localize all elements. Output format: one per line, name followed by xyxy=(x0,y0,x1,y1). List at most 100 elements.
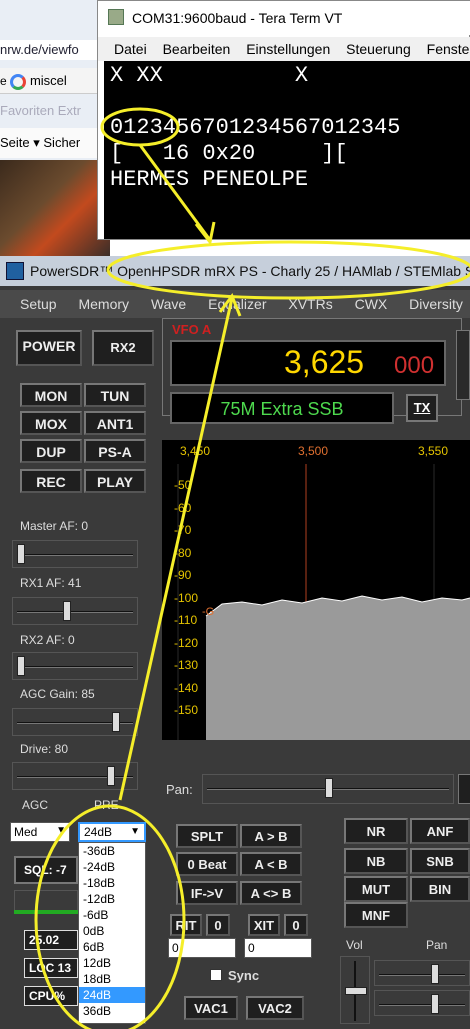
preamp-option[interactable]: 0dB xyxy=(79,923,145,939)
anf-button[interactable]: ANF xyxy=(410,818,470,844)
preamp-option[interactable]: 18dB xyxy=(79,971,145,987)
agc-gain-slider[interactable] xyxy=(12,708,138,736)
pan-rx1-slider[interactable] xyxy=(374,960,470,986)
rx2-af-slider[interactable] xyxy=(12,652,138,680)
sql-button[interactable]: SQL: -7 xyxy=(14,856,78,884)
power-button[interactable]: POWER xyxy=(16,330,82,366)
pan-slider[interactable] xyxy=(202,774,454,804)
preamp-option[interactable]: -18dB xyxy=(79,875,145,891)
mon-button[interactable]: MON xyxy=(20,383,82,407)
menu-wave[interactable]: Wave xyxy=(151,296,186,312)
favorites-bar[interactable]: Favoriten Extr xyxy=(0,100,110,124)
agc-gain-label: AGC Gain: 85 xyxy=(20,687,95,701)
preamp-option[interactable]: -6dB xyxy=(79,907,145,923)
menu-datei[interactable]: Datei xyxy=(114,41,147,57)
pan-rx2-slider[interactable] xyxy=(374,990,470,1016)
db-tick-label: -130 xyxy=(174,658,199,672)
drive-slider[interactable] xyxy=(12,762,138,790)
preamp-option[interactable]: -12dB xyxy=(79,891,145,907)
agc-label: AGC xyxy=(22,798,49,812)
rx2-button[interactable]: RX2 xyxy=(92,330,154,366)
vac1-button[interactable]: VAC1 xyxy=(184,996,238,1020)
pre-select[interactable]: 24dB ▼ xyxy=(78,822,146,842)
menu-steuerung[interactable]: Steuerung xyxy=(346,41,411,57)
vfo-freq-sub: 000 xyxy=(394,352,435,379)
browser-url[interactable]: nrw.de/viewfo xyxy=(0,40,110,60)
vol-label: Vol xyxy=(346,938,363,952)
rit-clear-button[interactable]: 0 xyxy=(206,914,230,936)
mnf-button[interactable]: MNF xyxy=(344,902,408,928)
preamp-option[interactable]: -24dB xyxy=(79,859,145,875)
readout-cpu: CPU% xyxy=(24,986,78,1006)
db-tick-label: -150 xyxy=(174,703,199,717)
preamp-option[interactable]: 12dB xyxy=(79,955,145,971)
bin-button[interactable]: BIN xyxy=(410,876,470,902)
menu-equalizer[interactable]: Equalizer xyxy=(208,296,266,312)
ant1-button[interactable]: ANT1 xyxy=(84,411,146,435)
snb-button[interactable]: SNB xyxy=(410,848,470,874)
preamp-option[interactable]: 36dB xyxy=(79,1003,145,1019)
swap-ab-button[interactable]: A <> B xyxy=(240,881,302,905)
db-tick-label: -50 xyxy=(174,478,192,492)
master-af-slider[interactable] xyxy=(12,540,138,568)
vol-vertical-slider[interactable] xyxy=(340,956,370,1024)
vfo-a-frequency[interactable]: 3,625 000 xyxy=(170,340,446,386)
rit-button[interactable]: RIT xyxy=(170,914,202,936)
rx2-af-thumb[interactable] xyxy=(17,656,25,676)
rx1-af-thumb[interactable] xyxy=(62,601,71,621)
rec-button[interactable]: REC xyxy=(20,469,82,493)
if-to-v-button[interactable]: IF->V xyxy=(176,881,238,905)
drive-thumb[interactable] xyxy=(106,766,115,786)
mut-button[interactable]: MUT xyxy=(344,876,408,902)
browser-menu-bar[interactable]: Seite ▾ Sicher xyxy=(0,128,110,158)
mox-button[interactable]: MOX xyxy=(20,411,82,435)
nr-button[interactable]: NR xyxy=(344,818,408,844)
agc-select[interactable]: Med ▼ xyxy=(10,822,70,842)
agc-gain-thumb[interactable] xyxy=(112,712,121,732)
sync-checkbox[interactable] xyxy=(210,969,222,981)
zero-beat-button[interactable]: 0 Beat xyxy=(176,852,238,876)
pan-thumb[interactable] xyxy=(325,778,333,798)
b-to-a-button[interactable]: A < B xyxy=(240,852,302,876)
panadapter-display[interactable]: 3,450 3,500 3,550 -50 -60 -70 -80 -90 -100 -11… xyxy=(162,440,470,740)
pan-rx2-thumb[interactable] xyxy=(431,994,439,1014)
menu-memory[interactable]: Memory xyxy=(78,296,129,312)
menu-cwx[interactable]: CWX xyxy=(355,296,388,312)
terminal-line-3: 0123456701234567012345 xyxy=(110,115,401,140)
preamp-option[interactable]: -36dB xyxy=(79,843,145,859)
menu-xvtrs[interactable]: XVTRs xyxy=(288,296,332,312)
a-to-b-button[interactable]: A > B xyxy=(240,824,302,848)
preamp-dropdown-list[interactable]: -36dB -24dB -18dB -12dB -6dB 0dB 6dB 12dB 18dB 24… xyxy=(78,842,146,1024)
pan-center-button[interactable] xyxy=(458,774,470,804)
rx1-af-slider[interactable] xyxy=(12,597,138,625)
sql-slider[interactable] xyxy=(14,890,78,912)
preamp-option[interactable]: 24dB xyxy=(79,987,145,1003)
vac2-button[interactable]: VAC2 xyxy=(246,996,304,1020)
preamp-option[interactable]: 6dB xyxy=(79,939,145,955)
menu-einstellungen[interactable]: Einstellungen xyxy=(246,41,330,57)
menu-setup[interactable]: Setup xyxy=(20,296,57,312)
xit-button[interactable]: XIT xyxy=(248,914,280,936)
xit-clear-button[interactable]: 0 xyxy=(284,914,308,936)
nb-button[interactable]: NB xyxy=(344,848,408,874)
rit-value-input[interactable]: 0 xyxy=(168,938,236,958)
play-button[interactable]: PLAY xyxy=(84,469,146,493)
splt-button[interactable]: SPLT xyxy=(176,824,238,848)
readout-loc: LOC 13 xyxy=(24,958,78,978)
menu-diversity[interactable]: Diversity xyxy=(409,296,463,312)
pan-rx1-thumb[interactable] xyxy=(431,964,439,984)
tx-vfo-button[interactable]: TX xyxy=(406,394,438,422)
vol-thumb[interactable] xyxy=(345,987,367,995)
dup-button[interactable]: DUP xyxy=(20,439,82,463)
terminal-output[interactable]: X XX X 0123456701234567012345[ 16 0x20 ][… xyxy=(104,61,470,239)
xit-value-input[interactable]: 0 xyxy=(244,938,312,958)
terminal-line-4: [ 16 0x20 ][ xyxy=(110,141,348,166)
tun-button[interactable]: TUN xyxy=(84,383,146,407)
menu-bearbeiten[interactable]: Bearbeiten xyxy=(163,41,231,57)
master-af-thumb[interactable] xyxy=(17,544,25,564)
menu-fenster[interactable]: Fenste xyxy=(427,41,470,57)
rx2-af-label: RX2 AF: 0 xyxy=(20,633,75,647)
browser-tab[interactable]: e miscel xyxy=(0,68,110,94)
ps-a-button[interactable]: PS-A xyxy=(84,439,146,463)
db-tick-label: -80 xyxy=(174,545,192,560)
